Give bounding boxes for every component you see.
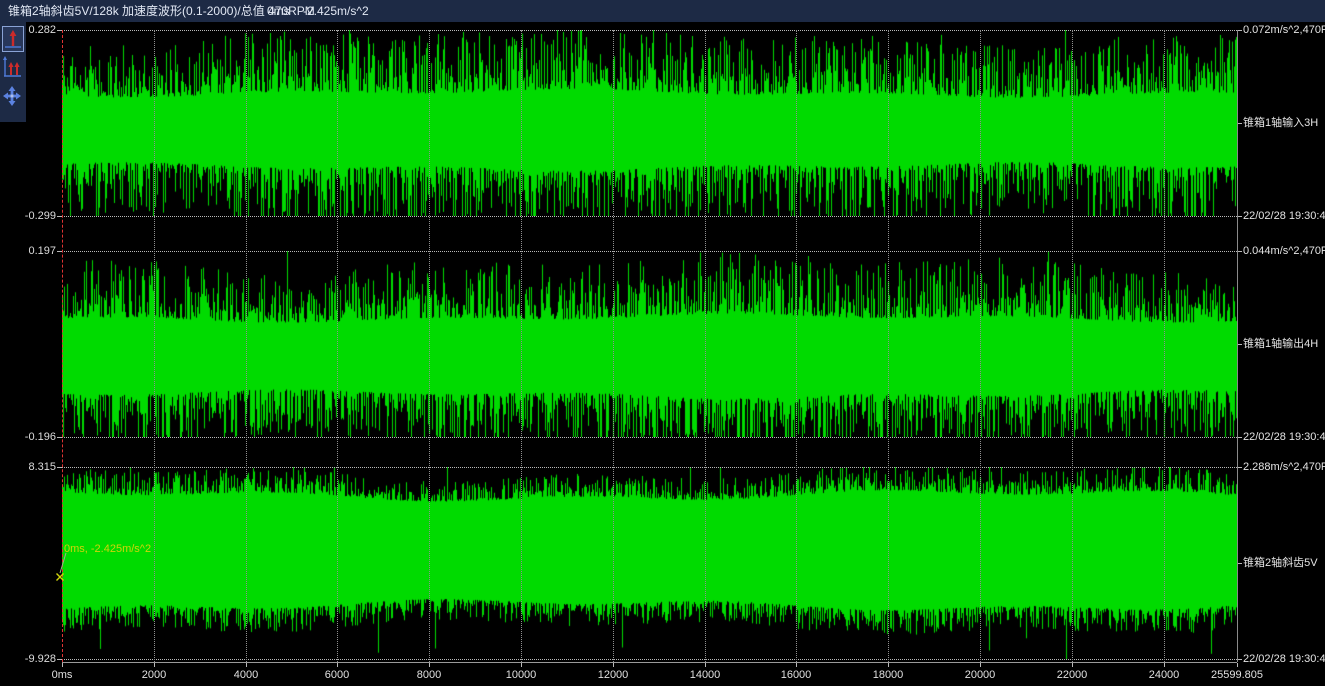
x-tick-label: 20000 bbox=[965, 669, 996, 682]
x-tick-mark bbox=[62, 663, 63, 667]
title-bar: 锥箱2轴斜齿5V/128k 加速度波形(0.1-2000)/总值 470RPM … bbox=[0, 0, 1325, 22]
x-tick-mark bbox=[1237, 663, 1238, 667]
vertical-gridline bbox=[796, 30, 797, 662]
x-tick-label: 16000 bbox=[781, 669, 812, 682]
cursor-annotation-marker bbox=[55, 551, 71, 590]
x-tick-mark bbox=[429, 663, 430, 667]
x-tick-label: 12000 bbox=[598, 669, 629, 682]
x-tick-mark bbox=[246, 663, 247, 667]
waveform-cursor-icon bbox=[3, 38, 23, 55]
channel-amplitude-label: 2.288m/s^2,470RPM bbox=[1243, 460, 1325, 474]
channel-name-label: 锥箱1轴输出4H bbox=[1243, 337, 1318, 351]
pan-tool-button[interactable] bbox=[2, 84, 24, 110]
channel-timestamp-label: 22/02/28 19:30:48 bbox=[1243, 430, 1325, 444]
vertical-gridline bbox=[246, 30, 247, 662]
vertical-gridline bbox=[613, 30, 614, 662]
y-min-label: -0.299 bbox=[0, 209, 56, 223]
vertical-gridline bbox=[429, 30, 430, 662]
vertical-gridline bbox=[337, 30, 338, 662]
y-min-label: -0.196 bbox=[0, 430, 56, 444]
x-tick-label: 4000 bbox=[234, 669, 258, 682]
plot-bottom-gridline bbox=[62, 216, 1237, 217]
x-tick-label: 22000 bbox=[1057, 669, 1088, 682]
cursor-time-readout: 0ms bbox=[267, 0, 290, 22]
double-arrows-icon bbox=[2, 67, 22, 84]
y-max-label: 8.315 bbox=[0, 460, 56, 474]
plot-bottom-gridline bbox=[62, 659, 1237, 660]
x-tick-label: 8000 bbox=[417, 669, 441, 682]
vertical-gridline bbox=[1164, 30, 1165, 662]
plot-right-border bbox=[1237, 30, 1238, 662]
waveform-canvas-channel-3[interactable] bbox=[62, 467, 1237, 659]
x-tick-label: 6000 bbox=[325, 669, 349, 682]
vertical-gridline bbox=[154, 30, 155, 662]
channel-amplitude-label: 0.044m/s^2,470RPM bbox=[1243, 244, 1325, 258]
waveform-canvas-channel-1[interactable] bbox=[62, 30, 1237, 216]
vertical-gridline bbox=[705, 30, 706, 662]
plot-bottom-gridline bbox=[62, 437, 1237, 438]
harmonic-cursors-tool-button[interactable] bbox=[2, 56, 24, 82]
channel-amplitude-label: 0.072m/s^2,470RPM bbox=[1243, 23, 1325, 37]
x-tick-mark bbox=[796, 663, 797, 667]
x-tick-mark bbox=[980, 663, 981, 667]
x-tick-label: 25599.805 bbox=[1211, 669, 1263, 682]
x-tick-mark bbox=[521, 663, 522, 667]
single-cursor-waveform-tool-button[interactable] bbox=[2, 26, 24, 52]
x-tick-mark bbox=[1164, 663, 1165, 667]
x-tick-label: 14000 bbox=[690, 669, 721, 682]
cursor-value-readout: -2.425m/s^2 bbox=[303, 0, 369, 22]
move-arrows-icon bbox=[2, 95, 22, 112]
plot-top-gridline bbox=[62, 30, 1237, 31]
vertical-gridline bbox=[888, 30, 889, 662]
x-tick-mark bbox=[888, 663, 889, 667]
waveform-canvas-channel-2[interactable] bbox=[62, 251, 1237, 437]
vertical-gridline bbox=[521, 30, 522, 662]
x-axis-line bbox=[62, 662, 1237, 663]
x-tick-label: 10000 bbox=[506, 669, 537, 682]
cursor-annotation-label: 0ms, -2.425m/s^2 bbox=[64, 543, 151, 555]
channel-timestamp-label: 22/02/28 19:30:48 bbox=[1243, 652, 1325, 666]
waveform-plot-area[interactable]: 0.282-0.2990.072m/s^2,470RPM锥箱1轴输入3H22/0… bbox=[0, 0, 1325, 686]
x-tick-mark bbox=[705, 663, 706, 667]
x-tick-label: 0ms bbox=[52, 669, 73, 682]
x-tick-mark bbox=[154, 663, 155, 667]
plot-top-gridline bbox=[62, 467, 1237, 468]
y-max-label: 0.197 bbox=[0, 244, 56, 258]
channel-name-label: 锥箱1轴输入3H bbox=[1243, 116, 1318, 130]
plot-top-gridline bbox=[62, 251, 1237, 252]
x-tick-mark bbox=[613, 663, 614, 667]
channel-timestamp-label: 22/02/28 19:30:48 bbox=[1243, 209, 1325, 223]
channel-name-label: 锥箱2轴斜齿5V bbox=[1243, 556, 1318, 570]
x-tick-mark bbox=[1072, 663, 1073, 667]
x-tick-label: 24000 bbox=[1149, 669, 1180, 682]
x-tick-mark bbox=[337, 663, 338, 667]
x-tick-label: 18000 bbox=[873, 669, 904, 682]
vertical-gridline bbox=[980, 30, 981, 662]
vertical-gridline bbox=[1072, 30, 1073, 662]
y-min-label: -9.928 bbox=[0, 652, 56, 666]
tool-sidebar bbox=[0, 22, 26, 122]
x-tick-label: 2000 bbox=[142, 669, 166, 682]
